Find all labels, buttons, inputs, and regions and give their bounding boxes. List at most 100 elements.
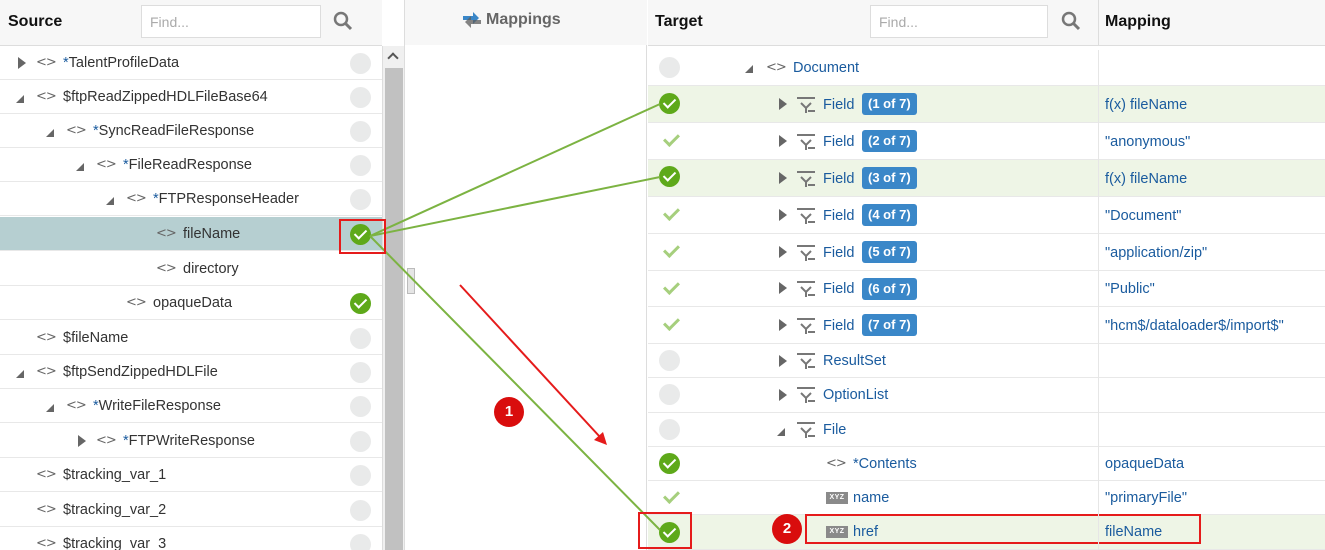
collapse-icon[interactable] <box>777 428 785 436</box>
status-icon <box>350 396 371 417</box>
element-icon: <> <box>36 89 57 104</box>
collapse-icon[interactable] <box>106 197 114 205</box>
source-row-var-filename[interactable]: <> $fileName <box>0 321 382 355</box>
source-row-ftpsendzipped[interactable]: <> $ftpSendZippedHDLFile <box>0 355 382 389</box>
expand-icon[interactable] <box>779 98 787 110</box>
mapping-value[interactable]: "hcm$/dataloader$/import$" <box>1105 318 1284 334</box>
mapping-value[interactable]: "Document" <box>1105 208 1181 224</box>
mapping-value[interactable]: f(x) fileName <box>1105 97 1187 113</box>
source-highlight-box <box>339 219 386 254</box>
source-row-tracking3[interactable]: <> $tracking_var_3 <box>0 527 382 550</box>
collapse-icon[interactable] <box>46 129 54 137</box>
expand-icon[interactable] <box>18 57 26 69</box>
target-row-name[interactable]: XYZ name "primaryFile" <box>648 481 1325 515</box>
target-search-icon[interactable] <box>1061 11 1081 31</box>
source-scrollbar[interactable] <box>382 46 404 550</box>
source-row-filereadresponse[interactable]: <> *FileReadResponse <box>0 148 382 182</box>
mapped-check-icon[interactable] <box>659 453 680 474</box>
source-label: $ftpReadZippedHDLFileBase64 <box>63 89 268 105</box>
status-icon <box>350 328 371 349</box>
target-header: Target Mapping <box>648 0 1325 46</box>
source-header: Source <box>0 0 382 46</box>
collapse-icon[interactable] <box>745 65 753 73</box>
default-tick-icon <box>659 129 681 151</box>
source-label: fileName <box>183 226 241 242</box>
mapping-value[interactable]: opaqueData <box>1105 456 1184 472</box>
scroll-up-icon[interactable] <box>387 52 399 64</box>
mapping-column-divider <box>1098 0 1099 46</box>
collapse-icon[interactable] <box>16 95 24 103</box>
source-search-icon[interactable] <box>333 11 353 31</box>
mapped-check-icon[interactable] <box>350 293 371 314</box>
target-row-field-4[interactable]: Field (4 of 7) "Document" <box>648 197 1325 234</box>
expand-icon[interactable] <box>779 355 787 367</box>
mapping-value[interactable]: "anonymous" <box>1105 134 1190 150</box>
source-row-tracking2[interactable]: <> $tracking_var_2 <box>0 493 382 527</box>
attribute-icon: XYZ <box>826 492 848 504</box>
mapped-check-icon[interactable] <box>659 166 680 187</box>
source-label: $tracking_var_2 <box>63 502 167 518</box>
expand-icon[interactable] <box>779 209 787 221</box>
scrollbar-thumb[interactable] <box>385 68 403 550</box>
expand-icon[interactable] <box>78 435 86 447</box>
choice-icon <box>797 245 815 261</box>
target-row-contents[interactable]: <> *Contents opaqueData <box>648 447 1325 481</box>
target-label: Field <box>823 281 855 297</box>
source-row-syncreadfileresponse[interactable]: <> *SyncReadFileResponse <box>0 114 382 148</box>
target-row-field-7[interactable]: Field (7 of 7) "hcm$/dataloader$/import$… <box>648 307 1325 344</box>
target-row-file[interactable]: File <box>648 413 1325 447</box>
element-icon: <> <box>36 536 57 550</box>
source-row-talentprofiledata[interactable]: <> *TalentProfileData <box>0 46 382 80</box>
expand-icon[interactable] <box>779 135 787 147</box>
target-row-field-6[interactable]: Field (6 of 7) "Public" <box>648 271 1325 307</box>
source-row-tracking1[interactable]: <> $tracking_var_1 <box>0 458 382 492</box>
target-row-field-1[interactable]: Field (1 of 7) f(x) fileName <box>648 86 1325 123</box>
splitter-handle[interactable] <box>407 268 415 294</box>
target-label: Field <box>823 208 855 224</box>
default-tick-icon <box>659 277 681 299</box>
source-row-directory[interactable]: <> directory <box>0 252 382 286</box>
source-label: $fileName <box>63 330 129 346</box>
source-row-filename[interactable]: <> fileName <box>0 217 382 251</box>
collapse-icon[interactable] <box>16 370 24 378</box>
source-row-ftpresponseheader[interactable]: <> *FTPResponseHeader <box>0 182 382 216</box>
source-row-ftpwriteresponse[interactable]: <> *FTPWriteResponse <box>0 424 382 458</box>
occurrence-badge: (2 of 7) <box>862 130 917 152</box>
status-icon <box>350 431 371 452</box>
source-label: *FTPWriteResponse <box>123 433 255 449</box>
mapping-value[interactable]: "application/zip" <box>1105 245 1207 261</box>
default-tick-icon <box>659 240 681 262</box>
collapse-icon[interactable] <box>76 163 84 171</box>
target-find-input[interactable] <box>870 5 1048 38</box>
mapping-value[interactable]: "primaryFile" <box>1105 490 1187 506</box>
target-label: Field <box>823 171 855 187</box>
mapping-value[interactable]: f(x) fileName <box>1105 171 1187 187</box>
status-icon <box>350 155 371 176</box>
expand-icon[interactable] <box>779 389 787 401</box>
expand-icon[interactable] <box>779 246 787 258</box>
element-icon: <> <box>96 433 117 448</box>
expand-icon[interactable] <box>779 172 787 184</box>
mapped-check-icon[interactable] <box>659 93 680 114</box>
target-row-document[interactable]: <> Document <box>648 50 1325 86</box>
target-row-field-5[interactable]: Field (5 of 7) "application/zip" <box>648 234 1325 271</box>
target-row-field-2[interactable]: Field (2 of 7) "anonymous" <box>648 123 1325 160</box>
element-icon: <> <box>766 60 787 75</box>
expand-icon[interactable] <box>779 319 787 331</box>
source-row-ftpreadzipped[interactable]: <> $ftpReadZippedHDLFileBase64 <box>0 80 382 114</box>
target-row-resultset[interactable]: ResultSet <box>648 344 1325 378</box>
target-row-field-3[interactable]: Field (3 of 7) f(x) fileName <box>648 160 1325 197</box>
element-icon: <> <box>36 364 57 379</box>
source-row-opaquedata[interactable]: <> opaqueData <box>0 286 382 320</box>
target-row-optionlist[interactable]: OptionList <box>648 378 1325 413</box>
collapse-icon[interactable] <box>46 404 54 412</box>
target-label: Document <box>793 60 860 76</box>
mapping-value[interactable]: "Public" <box>1105 281 1155 297</box>
mappings-header: Mappings <box>405 0 647 45</box>
source-find-input[interactable] <box>141 5 321 38</box>
default-tick-icon <box>659 486 681 508</box>
target-tree: <> Document Field (1 of 7) f(x) fileName… <box>648 50 1325 550</box>
mapping-column-line <box>1098 50 1099 550</box>
expand-icon[interactable] <box>779 282 787 294</box>
source-row-writefileresponse[interactable]: <> *WriteFileResponse <box>0 389 382 423</box>
